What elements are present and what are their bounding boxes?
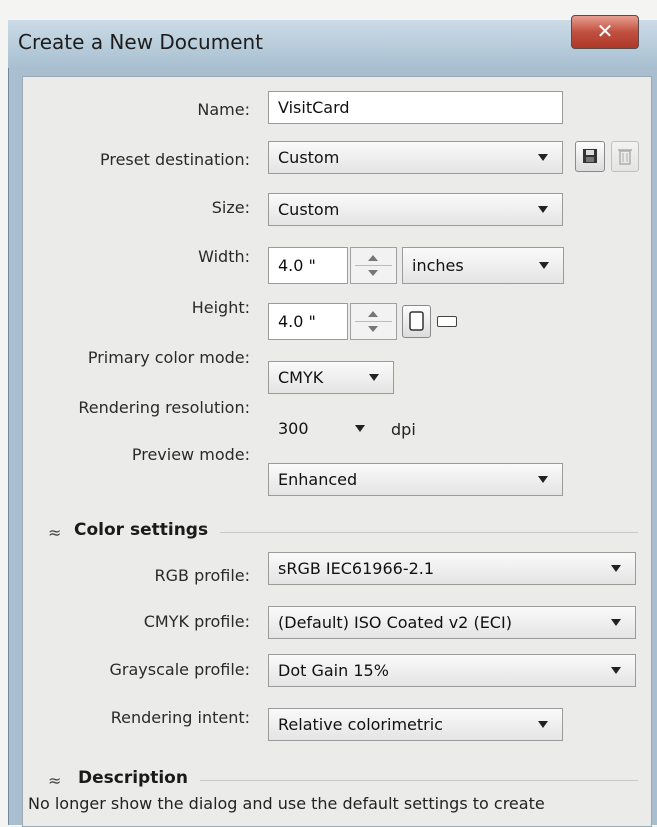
landscape-button[interactable] [437,316,457,327]
rendering-intent-select[interactable]: Relative colorimetric [268,708,563,741]
window-title: Create a New Document [18,30,264,54]
color-settings-title[interactable]: Color settings [74,520,208,540]
chevron-down-icon [539,262,549,269]
collapse-chevron-icon[interactable]: ≈ [48,771,61,790]
chevron-down-icon [538,476,548,483]
chevron-down-icon [611,667,621,674]
height-input[interactable]: 4.0 " [268,303,348,340]
chevron-down-icon [611,619,621,626]
resolution-value: 300 [278,419,309,438]
preview-mode-label: Preview mode: [131,445,250,464]
portrait-button[interactable] [402,305,431,338]
dpi-unit-label: dpi [391,420,416,439]
chevron-down-icon [538,154,548,161]
chevron-down-icon [369,374,379,381]
spin-up-icon[interactable] [368,255,378,261]
delete-preset-icon [618,149,632,165]
name-label: Name: [197,100,250,119]
description-title[interactable]: Description [78,768,188,788]
save-preset-button[interactable] [575,141,605,172]
section-divider [220,532,638,533]
units-select[interactable]: inches [402,247,564,284]
color-mode-select[interactable]: CMYK [268,361,394,394]
spin-up-icon[interactable] [368,311,378,317]
height-label: Height: [191,298,250,317]
preset-destination-select[interactable]: Custom [268,141,563,174]
preview-mode-select[interactable]: Enhanced [268,463,563,496]
chevron-down-icon [611,565,621,572]
rendering-intent-label: Rendering intent: [110,708,250,727]
preset-destination-label: Preset destination: [99,150,250,169]
name-input[interactable]: VisitCard [268,91,563,124]
portrait-icon [409,311,424,331]
spin-down-icon[interactable] [368,270,378,276]
chevron-down-icon [538,721,548,728]
primary-color-mode-label: Primary color mode: [87,348,250,367]
rgb-profile-value: sRGB IEC61966-2.1 [278,559,435,578]
close-button[interactable]: ✕ [571,15,639,49]
grayscale-profile-select[interactable]: Dot Gain 15% [268,654,636,687]
save-preset-icon [583,149,597,163]
size-label: Size: [211,198,250,217]
chevron-down-icon [355,425,365,432]
height-spinner[interactable] [350,303,397,340]
width-label: Width: [198,247,250,266]
grayscale-profile-label: Grayscale profile: [109,660,251,679]
grayscale-profile-value: Dot Gain 15% [278,661,389,680]
units-value: inches [412,256,464,275]
size-value: Custom [278,200,340,219]
rendering-resolution-label: Rendering resolution: [78,398,250,417]
cmyk-profile-select[interactable]: (Default) ISO Coated v2 (ECI) [268,606,636,639]
cmyk-profile-value: (Default) ISO Coated v2 (ECI) [278,613,512,632]
section-divider [200,780,638,781]
color-mode-value: CMYK [278,368,324,387]
rgb-profile-select[interactable]: sRGB IEC61966-2.1 [268,552,636,585]
delete-preset-button[interactable] [611,141,639,172]
width-input[interactable]: 4.0 " [268,247,348,284]
rgb-profile-label: RGB profile: [154,566,250,585]
preset-destination-value: Custom [278,148,340,167]
cmyk-profile-label: CMYK profile: [143,612,250,631]
resolution-select[interactable]: 300 [268,412,380,445]
chevron-down-icon [538,206,548,213]
size-select[interactable]: Custom [268,193,563,226]
rendering-intent-value: Relative colorimetric [278,715,443,734]
width-spinner[interactable] [350,247,397,284]
spin-down-icon[interactable] [368,326,378,332]
collapse-chevron-icon[interactable]: ≈ [48,523,61,542]
preview-mode-value: Enhanced [278,470,358,489]
description-text: No longer show the dialog and use the de… [28,794,545,813]
